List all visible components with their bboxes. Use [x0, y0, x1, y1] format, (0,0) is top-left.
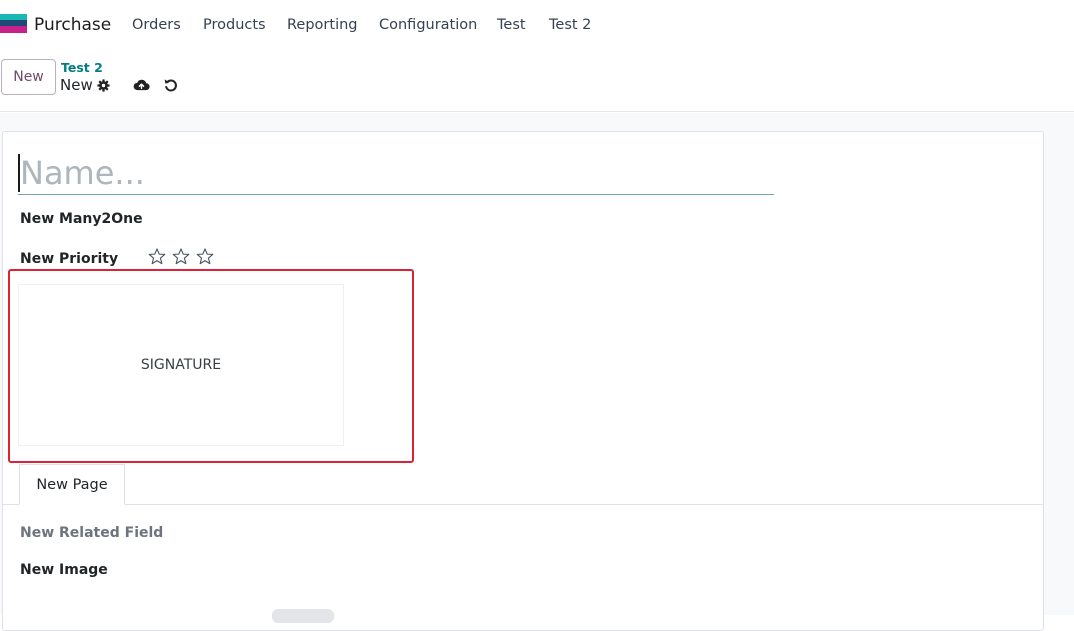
new-button[interactable]: New [1, 59, 56, 95]
tab-new-page[interactable]: New Page [19, 464, 125, 505]
top-navbar: Purchase Orders Products Reporting Confi… [0, 0, 1074, 52]
app-name[interactable]: Purchase [34, 15, 111, 35]
priority-label: New Priority [20, 251, 119, 267]
related-field-label: New Related Field [20, 525, 164, 541]
star-icon[interactable] [147, 247, 167, 266]
breadcrumb-current: New [60, 76, 93, 94]
signature-placeholder-text: SIGNATURE [140, 357, 222, 373]
control-panel: New Test 2 New [0, 52, 1074, 112]
gear-icon[interactable] [97, 79, 110, 92]
image-placeholder[interactable] [272, 609, 334, 623]
menu-products[interactable]: Products [203, 17, 266, 33]
notebook-tab-divider [3, 504, 1043, 505]
menu-test-2[interactable]: Test 2 [549, 17, 591, 33]
cloud-upload-icon[interactable] [133, 78, 150, 92]
purchase-app-icon[interactable] [0, 14, 27, 34]
menu-reporting[interactable]: Reporting [287, 17, 358, 33]
priority-widget [147, 247, 215, 266]
breadcrumb-parent-link[interactable]: Test 2 [61, 60, 103, 75]
signature-widget[interactable]: SIGNATURE [18, 284, 344, 446]
menu-test[interactable]: Test [497, 17, 526, 33]
many2one-label: New Many2One [20, 211, 143, 227]
menu-configuration[interactable]: Configuration [379, 17, 477, 33]
image-label: New Image [20, 562, 108, 578]
menu-orders[interactable]: Orders [132, 17, 181, 33]
name-field-wrapper [18, 151, 774, 195]
name-input[interactable] [20, 151, 772, 194]
undo-icon[interactable] [163, 77, 179, 93]
star-icon[interactable] [195, 247, 215, 266]
star-icon[interactable] [171, 247, 191, 266]
